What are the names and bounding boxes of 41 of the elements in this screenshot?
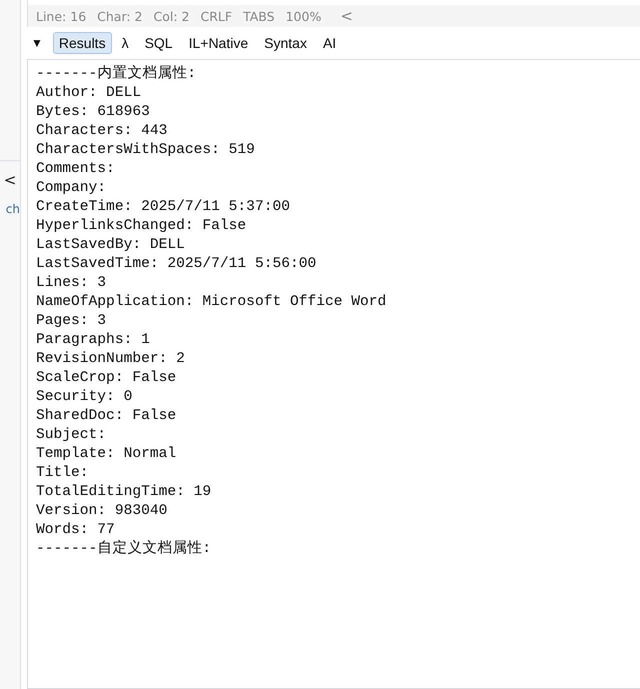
output-line: Subject: — [36, 426, 108, 445]
output-line: RevisionNumber: 2 — [36, 350, 186, 369]
output-line: Lines: 3 — [36, 274, 108, 293]
output-line: ScaleCrop: False — [36, 369, 178, 388]
results-tab[interactable]: Results — [52, 32, 112, 54]
output-line: NameOfApplication: Microsoft Office Word — [36, 293, 388, 312]
output-line: Pages: 3 — [36, 312, 108, 331]
status-item: CRLF — [200, 8, 232, 24]
output-line: Bytes: 618963 — [36, 103, 151, 122]
toggle-button[interactable]: ▼ — [27, 36, 49, 50]
output-line: Author: DELL — [36, 84, 142, 103]
results-tab[interactable]: Syntax — [258, 32, 313, 54]
output-line: HyperlinksChanged: False — [36, 217, 248, 236]
output-line: LastSavedTime: 2025/7/11 5:56:00 — [36, 255, 318, 274]
output-line: CharactersWithSpaces: 519 — [36, 141, 256, 160]
output-line: Template: Normal — [36, 445, 178, 464]
output-line: Words: 77 — [36, 521, 116, 540]
output-line: Comments: — [36, 160, 116, 179]
output-line: SharedDoc: False — [36, 407, 178, 426]
output-line: Characters: 443 — [36, 122, 168, 141]
status-item: TABS — [243, 8, 275, 24]
output-line: Paragraphs: 1 — [36, 331, 151, 350]
output-line: TotalEditingTime: 19 — [36, 483, 212, 502]
output-line: Version: 983040 — [36, 502, 168, 521]
results-tab[interactable]: SQL — [138, 32, 179, 54]
status-item: Char: 2 — [97, 8, 143, 24]
collapse-button[interactable]: < — [0, 171, 20, 189]
results-tab[interactable]: λ — [116, 32, 135, 54]
output-line: Security: 0 — [36, 388, 134, 407]
output-line: CreateTime: 2025/7/11 5:37:00 — [36, 198, 291, 217]
output-line: -------内置文档属性: — [36, 65, 198, 84]
output-line: -------自定义文档属性: — [36, 540, 212, 559]
status-item: Line: 16 — [36, 8, 86, 24]
panel-label: ch — [6, 201, 20, 217]
output-line: Company: — [36, 179, 108, 198]
results-tab[interactable]: IL+Native — [182, 32, 254, 54]
output-line: LastSavedBy: DELL — [36, 236, 186, 255]
status-item: Col: 2 — [154, 8, 190, 24]
output-line: Title: — [36, 464, 90, 483]
status-item: 100% — [286, 8, 322, 24]
results-tab[interactable]: AI — [316, 32, 342, 54]
